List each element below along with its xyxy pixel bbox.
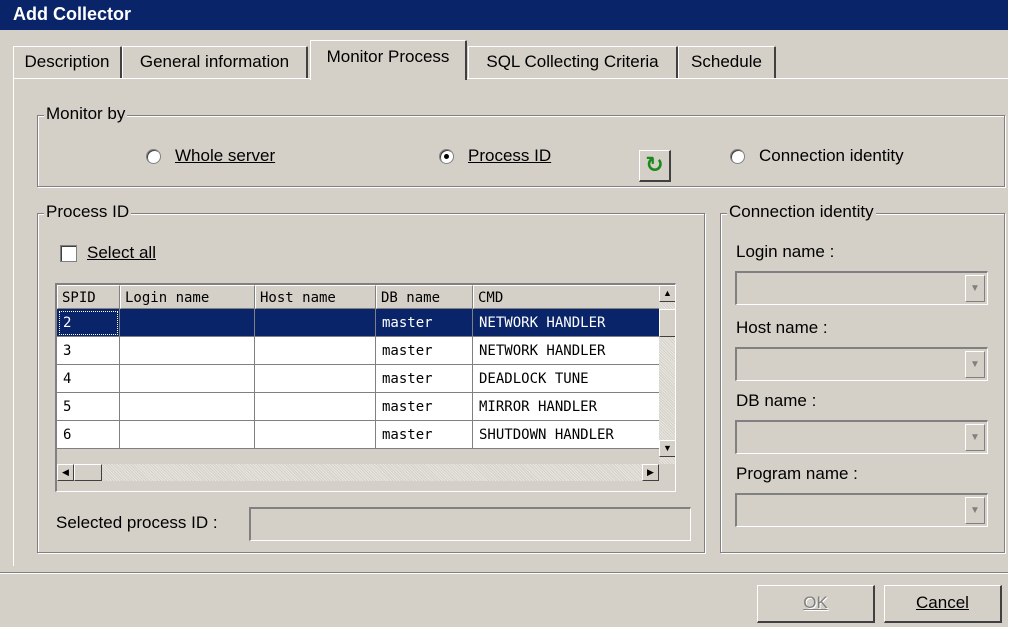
scroll-down-icon[interactable]: ▼ — [659, 440, 675, 457]
refresh-icon: ↻ — [645, 152, 664, 177]
login-name-label: Login name : — [736, 242, 835, 261]
radio-button-icon — [146, 148, 161, 164]
selected-process-id-input[interactable] — [249, 507, 691, 541]
radio-label: Process ID — [468, 146, 552, 165]
radio-label: Whole server — [175, 146, 276, 165]
radio-label: Connection identity — [759, 146, 904, 165]
program-name-label: Program name : — [736, 464, 858, 483]
select-all-label: Select all — [87, 243, 156, 262]
cell-login — [120, 393, 255, 421]
cell-host — [255, 365, 376, 393]
horizontal-scroll-thumb[interactable] — [74, 464, 102, 481]
process-grid[interactable]: SPID Login name Host name DB name CMD 2 … — [55, 283, 676, 492]
tab-general-information[interactable]: General information — [122, 46, 308, 78]
cell-host — [255, 337, 376, 365]
chevron-down-icon[interactable]: ▼ — [965, 497, 985, 524]
cell-db: master — [376, 365, 473, 393]
scroll-right-icon[interactable]: ▶ — [642, 464, 659, 481]
cell-login — [120, 309, 255, 337]
monitor-by-label: Monitor by — [44, 104, 128, 124]
selected-process-id-label: Selected process ID : — [56, 513, 218, 532]
host-name-combo[interactable]: ▼ — [735, 347, 988, 381]
ok-label: OK — [803, 593, 828, 612]
cell-spid: 6 — [57, 421, 120, 449]
cell-db: master — [376, 337, 473, 365]
radio-process-id[interactable]: Process ID — [439, 146, 551, 166]
db-name-label: DB name : — [736, 391, 817, 410]
cell-cmd: NETWORK HANDLER — [473, 337, 673, 365]
process-id-label: Process ID — [44, 202, 132, 222]
cell-login — [120, 365, 255, 393]
cell-host — [255, 309, 376, 337]
tab-sql-collecting-criteria[interactable]: SQL Collecting Criteria — [468, 46, 678, 78]
cancel-label: Cancel — [916, 593, 969, 612]
scroll-left-icon[interactable]: ◀ — [57, 464, 74, 481]
add-collector-dialog: Add Collector Description General inform… — [0, 0, 1008, 627]
cell-host — [255, 421, 376, 449]
grid-body: 2 master NETWORK HANDLER 3 master NETWOR… — [57, 309, 673, 449]
column-header-cmd[interactable]: CMD — [473, 285, 673, 309]
select-all-checkbox[interactable] — [60, 245, 77, 262]
window-title: Add Collector — [0, 0, 1008, 30]
cell-db: master — [376, 421, 473, 449]
table-row[interactable]: 3 master NETWORK HANDLER — [57, 337, 673, 365]
column-header-db-name[interactable]: DB name — [376, 285, 473, 309]
cell-cmd: DEADLOCK TUNE — [473, 365, 673, 393]
login-name-combo[interactable]: ▼ — [735, 271, 988, 305]
vertical-scroll-thumb[interactable] — [659, 309, 675, 337]
table-row[interactable]: 4 master DEADLOCK TUNE — [57, 365, 673, 393]
refresh-button[interactable]: ↻ — [639, 150, 671, 182]
tab-monitor-process[interactable]: Monitor Process — [310, 40, 467, 80]
cancel-button[interactable]: Cancel — [884, 585, 1002, 623]
tab-description[interactable]: Description — [13, 46, 122, 78]
ok-button[interactable]: OK — [757, 585, 875, 623]
footer-separator — [0, 572, 1008, 574]
cell-db: master — [376, 309, 473, 337]
host-name-label: Host name : — [736, 318, 828, 337]
radio-button-icon — [730, 148, 745, 164]
cell-login — [120, 421, 255, 449]
cell-cmd: NETWORK HANDLER — [473, 309, 673, 337]
table-row[interactable]: 5 master MIRROR HANDLER — [57, 393, 673, 421]
chevron-down-icon[interactable]: ▼ — [965, 275, 985, 302]
vertical-scrollbar[interactable]: ▲ ▼ — [659, 285, 675, 464]
cell-cmd: MIRROR HANDLER — [473, 393, 673, 421]
radio-connection-identity[interactable]: Connection identity — [730, 146, 904, 166]
cell-host — [255, 393, 376, 421]
connection-identity-label: Connection identity — [727, 202, 876, 222]
table-row[interactable]: 6 master SHUTDOWN HANDLER — [57, 421, 673, 449]
grid-header: SPID Login name Host name DB name CMD — [57, 285, 673, 309]
scroll-up-icon[interactable]: ▲ — [659, 285, 675, 302]
monitor-by-group: Monitor by Whole server Process ID Conne… — [37, 104, 1005, 187]
chevron-down-icon[interactable]: ▼ — [965, 424, 985, 451]
cell-spid: 2 — [57, 309, 120, 337]
cell-spid: 5 — [57, 393, 120, 421]
tab-schedule[interactable]: Schedule — [678, 46, 776, 78]
column-header-login-name[interactable]: Login name — [120, 285, 255, 309]
chevron-down-icon[interactable]: ▼ — [965, 351, 985, 378]
program-name-combo[interactable]: ▼ — [735, 493, 988, 527]
cell-db: master — [376, 393, 473, 421]
radio-button-selected-icon — [439, 148, 454, 164]
column-header-spid[interactable]: SPID — [57, 285, 120, 309]
cell-login — [120, 337, 255, 365]
db-name-combo[interactable]: ▼ — [735, 420, 988, 454]
cell-spid: 4 — [57, 365, 120, 393]
cell-spid: 3 — [57, 337, 120, 365]
column-header-host-name[interactable]: Host name — [255, 285, 376, 309]
radio-whole-server[interactable]: Whole server — [146, 146, 275, 166]
horizontal-scrollbar[interactable]: ◀ ▶ — [57, 464, 659, 481]
cell-cmd: SHUTDOWN HANDLER — [473, 421, 673, 449]
table-row[interactable]: 2 master NETWORK HANDLER — [57, 309, 673, 337]
